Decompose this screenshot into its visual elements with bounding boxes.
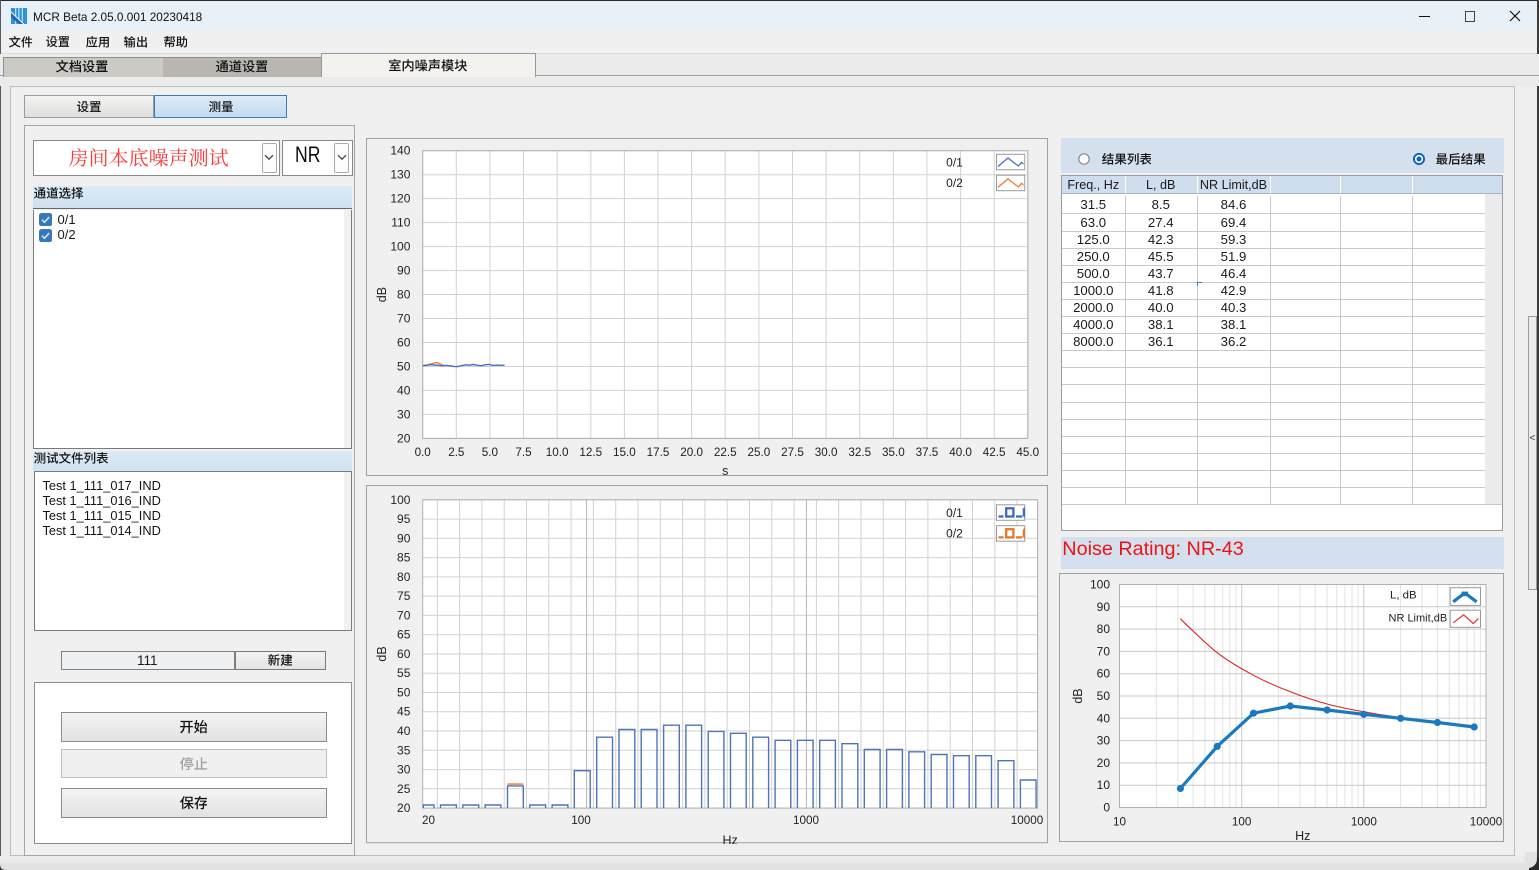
svg-text:20: 20 [1097, 756, 1111, 770]
svg-text:NR Limit,dB: NR Limit,dB [1389, 613, 1448, 625]
svg-text:20.0: 20.0 [680, 445, 703, 458]
svg-text:90: 90 [1097, 600, 1111, 614]
svg-text:95: 95 [397, 512, 411, 526]
svg-text:37.5: 37.5 [916, 445, 939, 458]
svg-text:70: 70 [397, 609, 411, 623]
svg-text:25: 25 [397, 782, 411, 796]
svg-text:0: 0 [1103, 801, 1110, 815]
svg-text:140: 140 [390, 143, 410, 157]
svg-text:dB: dB [375, 286, 389, 301]
svg-text:100: 100 [1090, 578, 1110, 592]
svg-text:55: 55 [397, 667, 411, 681]
svg-text:25.0: 25.0 [747, 445, 770, 458]
svg-text:20: 20 [397, 801, 411, 815]
svg-text:60: 60 [397, 647, 411, 661]
svg-text:40: 40 [397, 383, 411, 397]
svg-text:0.0: 0.0 [415, 445, 432, 458]
svg-text:1000: 1000 [793, 814, 820, 827]
svg-text:30: 30 [397, 763, 411, 777]
svg-text:45: 45 [397, 705, 411, 719]
svg-text:dB: dB [1071, 688, 1085, 703]
svg-text:60: 60 [397, 335, 411, 349]
svg-text:120: 120 [390, 191, 410, 205]
svg-text:0/1: 0/1 [946, 155, 963, 169]
svg-text:40.0: 40.0 [949, 445, 972, 458]
svg-text:Hz: Hz [723, 834, 738, 844]
svg-text:85: 85 [397, 551, 411, 565]
svg-text:10: 10 [1097, 778, 1111, 792]
svg-text:70: 70 [397, 311, 411, 325]
svg-text:30: 30 [397, 407, 411, 421]
svg-text:10000: 10000 [1470, 815, 1503, 828]
svg-text:70: 70 [1097, 644, 1111, 658]
svg-text:2.5: 2.5 [448, 445, 465, 458]
svg-text:0/2: 0/2 [946, 176, 963, 190]
svg-text:10.0: 10.0 [546, 445, 569, 458]
svg-text:50: 50 [397, 686, 411, 700]
svg-text:110: 110 [391, 215, 410, 229]
svg-text:45.0: 45.0 [1016, 445, 1039, 458]
svg-text:7.5: 7.5 [515, 445, 532, 458]
svg-text:90: 90 [397, 263, 411, 277]
svg-text:20: 20 [397, 431, 411, 445]
svg-text:100: 100 [390, 239, 410, 253]
svg-text:90: 90 [397, 532, 411, 546]
svg-text:15.0: 15.0 [613, 445, 636, 458]
svg-text:100: 100 [1232, 815, 1252, 828]
svg-text:0/1: 0/1 [946, 506, 963, 520]
svg-text:100: 100 [571, 814, 591, 827]
svg-text:35.0: 35.0 [882, 445, 905, 458]
svg-text:30.0: 30.0 [815, 445, 838, 458]
svg-text:s: s [722, 463, 728, 475]
svg-text:20: 20 [422, 814, 436, 827]
svg-text:22.5: 22.5 [714, 445, 737, 458]
svg-text:1000: 1000 [1351, 815, 1378, 828]
svg-text:80: 80 [397, 570, 411, 584]
svg-text:5.0: 5.0 [482, 445, 499, 458]
svg-text:10000: 10000 [1011, 814, 1044, 827]
svg-text:42.5: 42.5 [983, 445, 1006, 458]
svg-text:100: 100 [390, 493, 410, 507]
svg-text:35: 35 [397, 744, 411, 758]
svg-text:Hz: Hz [1295, 829, 1310, 842]
svg-text:130: 130 [390, 167, 410, 181]
svg-text:40: 40 [1097, 711, 1111, 725]
svg-text:32.5: 32.5 [848, 445, 871, 458]
svg-text:80: 80 [397, 287, 411, 301]
svg-text:60: 60 [1097, 667, 1111, 681]
svg-text:12.5: 12.5 [579, 445, 602, 458]
svg-text:17.5: 17.5 [647, 445, 670, 458]
svg-text:40: 40 [397, 724, 411, 738]
svg-text:10: 10 [1113, 815, 1127, 828]
svg-text:65: 65 [397, 628, 411, 642]
svg-text:80: 80 [1097, 622, 1111, 636]
svg-text:dB: dB [375, 647, 389, 662]
svg-text:50: 50 [397, 359, 411, 373]
svg-text:0/2: 0/2 [946, 527, 963, 541]
svg-text:30: 30 [1097, 734, 1111, 748]
svg-text:50: 50 [1097, 689, 1111, 703]
svg-text:27.5: 27.5 [781, 445, 804, 458]
svg-text:L, dB: L, dB [1390, 590, 1417, 602]
svg-text:75: 75 [397, 590, 411, 604]
